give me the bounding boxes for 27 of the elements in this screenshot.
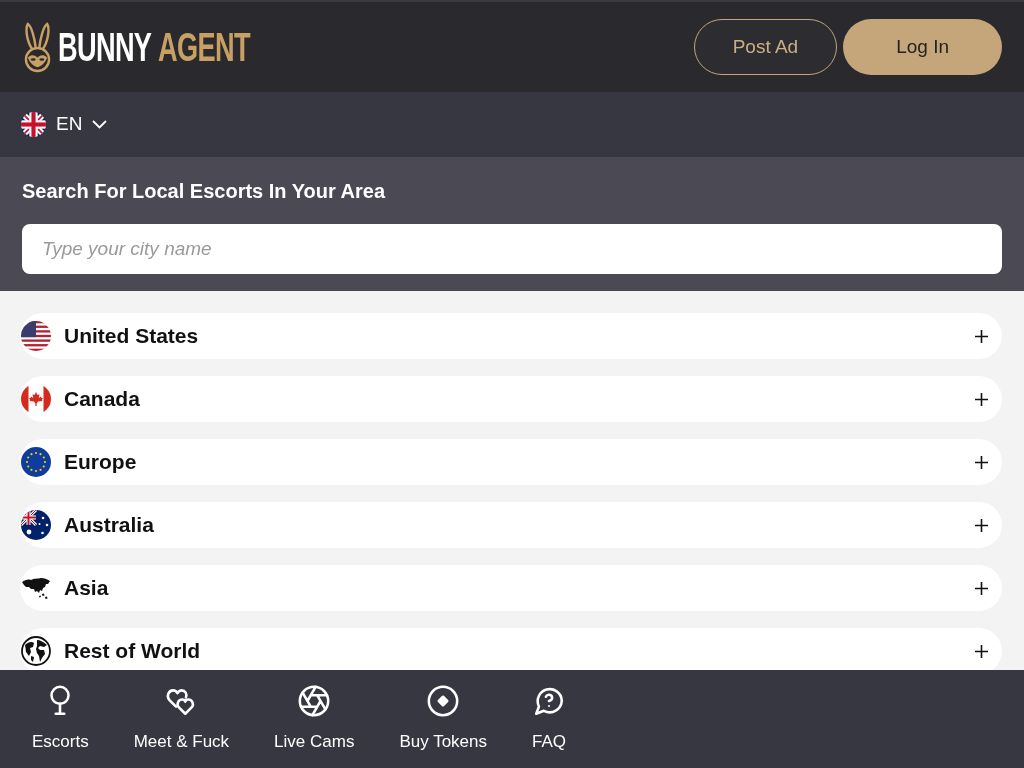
uk-flag-icon (21, 112, 46, 137)
language-selector[interactable]: EN (21, 110, 108, 139)
logo-word: AGENT (158, 29, 250, 65)
logo-word: BUNNY (58, 29, 152, 65)
nav-link[interactable]: Buy Tokens (399, 684, 487, 768)
region-accordion-item[interactable]: United States (20, 313, 1002, 359)
nav-link[interactable]: FAQ (532, 684, 566, 768)
city-search-field[interactable]: Type your city name (22, 224, 1002, 274)
region-accordion-item[interactable]: Australia (20, 502, 1002, 548)
token-icon (426, 684, 461, 718)
us-flag-icon (21, 321, 51, 351)
region-accordion-item[interactable]: Asia (20, 565, 1002, 611)
nav-link[interactable]: Live Cams (274, 684, 355, 768)
aperture-icon (297, 684, 332, 718)
region-accordion-item[interactable]: Europe (20, 439, 1002, 485)
login-button[interactable]: Log In (843, 19, 1002, 75)
globe-icon (21, 636, 51, 666)
australia-flag-icon (21, 510, 51, 540)
nav-link[interactable]: Meet & Fuck (133, 684, 230, 768)
bunny-logo-icon (22, 21, 53, 73)
nav-link[interactable]: Escorts (32, 684, 89, 768)
eu-flag-icon (21, 447, 51, 477)
post-ad-button[interactable]: Post Ad (693, 19, 838, 75)
region-accordion-item[interactable]: Rest of World (20, 628, 1002, 670)
region-accordion-item[interactable]: Canada (20, 376, 1002, 422)
canada-flag-icon (21, 384, 51, 414)
search-heading: Search For Local Escorts In Your Area (22, 179, 386, 204)
